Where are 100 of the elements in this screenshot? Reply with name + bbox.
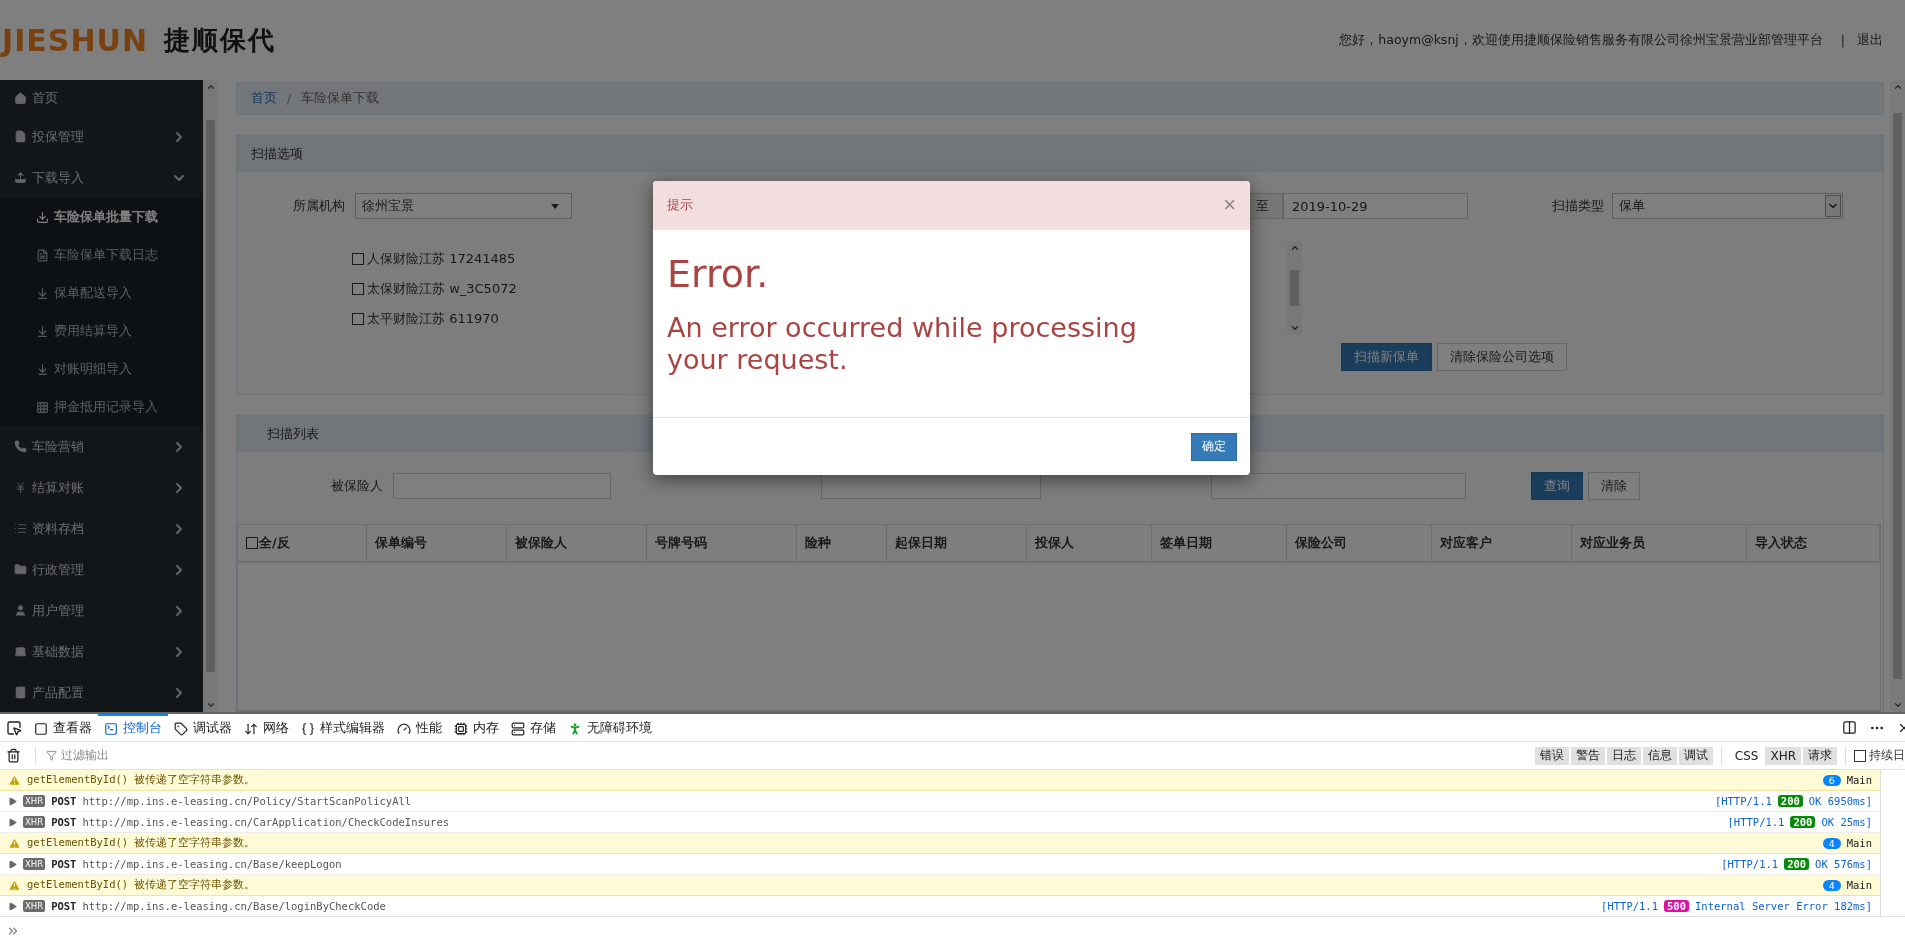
logo-mark: JIESHUN — [0, 22, 149, 58]
sidebar-item[interactable]: 车险营销 — [0, 426, 203, 467]
status-code: 200 — [1784, 858, 1810, 870]
checkbox-label: 持续日 — [1869, 747, 1905, 764]
end-date-field[interactable]: 2019-10-29 — [1283, 193, 1468, 219]
repeat-count: 4 — [1822, 879, 1841, 891]
sidebar-item[interactable]: 行政管理 — [0, 549, 203, 590]
log-type-toggle[interactable]: XHR — [1765, 746, 1801, 765]
expand-icon[interactable] — [8, 859, 17, 869]
xhr-tag: XHR — [23, 900, 46, 912]
sidebar-item[interactable]: 产品配置 — [0, 672, 203, 712]
scroll-thumb[interactable] — [206, 119, 215, 673]
scroll-up-icon[interactable] — [1892, 82, 1903, 92]
sidebar-item[interactable]: 用户管理 — [0, 590, 203, 631]
devtools-tab[interactable]: 查看器 — [28, 713, 98, 742]
file-icon — [14, 130, 27, 143]
table-header-cell: 投保人 — [1027, 525, 1152, 561]
expand-icon[interactable] — [8, 901, 17, 911]
log-level-toggle[interactable]: 信息 — [1642, 746, 1677, 765]
warning-icon — [8, 878, 21, 892]
filter-field[interactable]: 过滤输出 — [35, 747, 109, 764]
breadcrumb-current: 车险保单下载 — [301, 90, 380, 107]
submenu-item[interactable]: 保单配送导入 — [0, 274, 203, 312]
devtools-tab[interactable]: 调试器 — [168, 713, 238, 742]
sidebar-item[interactable]: 基础数据 — [0, 631, 203, 672]
expand-icon[interactable] — [8, 817, 17, 827]
scroll-down-icon[interactable] — [1892, 700, 1903, 710]
logo-text: 捷顺保代 — [164, 23, 276, 57]
sidebar-item[interactable]: 结算对账 — [0, 467, 203, 508]
submenu-item[interactable]: 车险保单下载日志 — [0, 236, 203, 274]
log-level-toggle[interactable]: 调试 — [1678, 746, 1713, 765]
source-link[interactable]: Main — [1846, 879, 1872, 891]
submenu-item[interactable]: 对账明细导入 — [0, 350, 203, 388]
devtools-tab[interactable]: 样式编辑器 — [295, 713, 391, 742]
devtools-tab[interactable]: 控制台 — [98, 713, 168, 742]
sidebar-item[interactable]: 下载导入 — [0, 157, 203, 198]
checkbox[interactable] — [352, 313, 364, 325]
table-header-cell: 险种 — [797, 525, 887, 561]
table-header-cell: 保险公司 — [1287, 525, 1432, 561]
submenu-item[interactable]: 费用结算导入 — [0, 312, 203, 350]
gauge-icon — [397, 721, 411, 736]
document-icon — [36, 248, 49, 262]
search-button[interactable]: 查询 — [1531, 472, 1583, 500]
sidebar-item[interactable]: 资料存档 — [0, 508, 203, 549]
log-level-toggle[interactable]: 日志 — [1606, 746, 1641, 765]
trash-icon[interactable] — [6, 748, 21, 763]
checkbox[interactable] — [352, 283, 364, 295]
submenu-item[interactable]: 车险保单批量下载 — [0, 198, 203, 236]
frame-icon — [34, 721, 48, 736]
scan-button[interactable]: 扫描新保单 — [1341, 343, 1432, 371]
clear-button[interactable]: 清除 — [1588, 472, 1640, 500]
text-field[interactable] — [821, 473, 1041, 499]
logout-link[interactable]: 退出 — [1857, 31, 1883, 49]
error-message: An error occurred while processing your request. — [667, 311, 1138, 377]
sidebar-item[interactable]: 首页 — [0, 80, 203, 116]
devtools-tab[interactable]: 内存 — [448, 713, 505, 742]
text-field[interactable] — [1211, 473, 1466, 499]
book-icon — [14, 686, 27, 699]
log-type-toggle[interactable]: 请求 — [1803, 746, 1837, 765]
devtools-tab[interactable]: 性能 — [391, 713, 448, 742]
pick-element-icon[interactable] — [6, 719, 22, 736]
dock-icon[interactable] — [1842, 720, 1857, 735]
org-select[interactable]: 徐州宝景 — [355, 193, 572, 219]
scroll-down-icon[interactable] — [1289, 323, 1300, 333]
scroll-thumb[interactable] — [1893, 113, 1902, 679]
log-level-toggle[interactable]: 警告 — [1570, 746, 1605, 765]
repeat-count: 4 — [1822, 837, 1841, 849]
tray-arrow-icon — [36, 324, 49, 338]
request-method: POST — [51, 795, 77, 807]
devtools-tab[interactable]: 存储 — [505, 713, 562, 742]
protocol-text: [HTTP/1.1 — [1714, 795, 1772, 807]
source-link[interactable]: Main — [1846, 774, 1872, 786]
clear-button[interactable]: 清除保险公司选项 — [1437, 343, 1567, 371]
filter-placeholder: 过滤输出 — [61, 747, 109, 764]
close-button[interactable]: × — [1223, 192, 1236, 218]
expand-icon[interactable] — [8, 796, 17, 806]
sidebar-item[interactable]: 投保管理 — [0, 116, 203, 157]
scan-type-select[interactable]: 保单 — [1612, 193, 1843, 219]
checkbox[interactable] — [352, 253, 364, 265]
terminal-icon — [104, 721, 118, 736]
scroll-thumb[interactable] — [1290, 270, 1299, 306]
request-method: POST — [51, 900, 77, 912]
devtools-tab[interactable]: 无障碍环境 — [562, 713, 658, 742]
greeting-text: 您好，haoym@ksnj，欢迎使用捷顺保险销售服务有限公司徐州宝景营业部管理平台 — [1339, 31, 1823, 49]
log-level-toggle[interactable]: 错误 — [1534, 746, 1569, 765]
log-type-toggle[interactable]: CSS — [1729, 746, 1764, 765]
phone-icon — [14, 440, 27, 453]
checkbox[interactable] — [246, 537, 258, 549]
scroll-down-icon[interactable] — [205, 700, 216, 710]
scroll-up-icon[interactable] — [205, 82, 216, 92]
tag-icon — [174, 721, 188, 736]
home-icon — [14, 91, 27, 105]
checkbox[interactable] — [1854, 749, 1866, 762]
devtools-tab[interactable]: 网络 — [238, 713, 295, 742]
breadcrumb-link[interactable]: 首页 — [251, 90, 277, 107]
scroll-up-icon[interactable] — [1289, 243, 1300, 253]
insured-field[interactable] — [393, 473, 611, 499]
ok-button[interactable]: 确定 — [1191, 432, 1237, 461]
source-link[interactable]: Main — [1846, 837, 1872, 849]
submenu-item[interactable]: 押金抵用记录导入 — [0, 388, 203, 426]
